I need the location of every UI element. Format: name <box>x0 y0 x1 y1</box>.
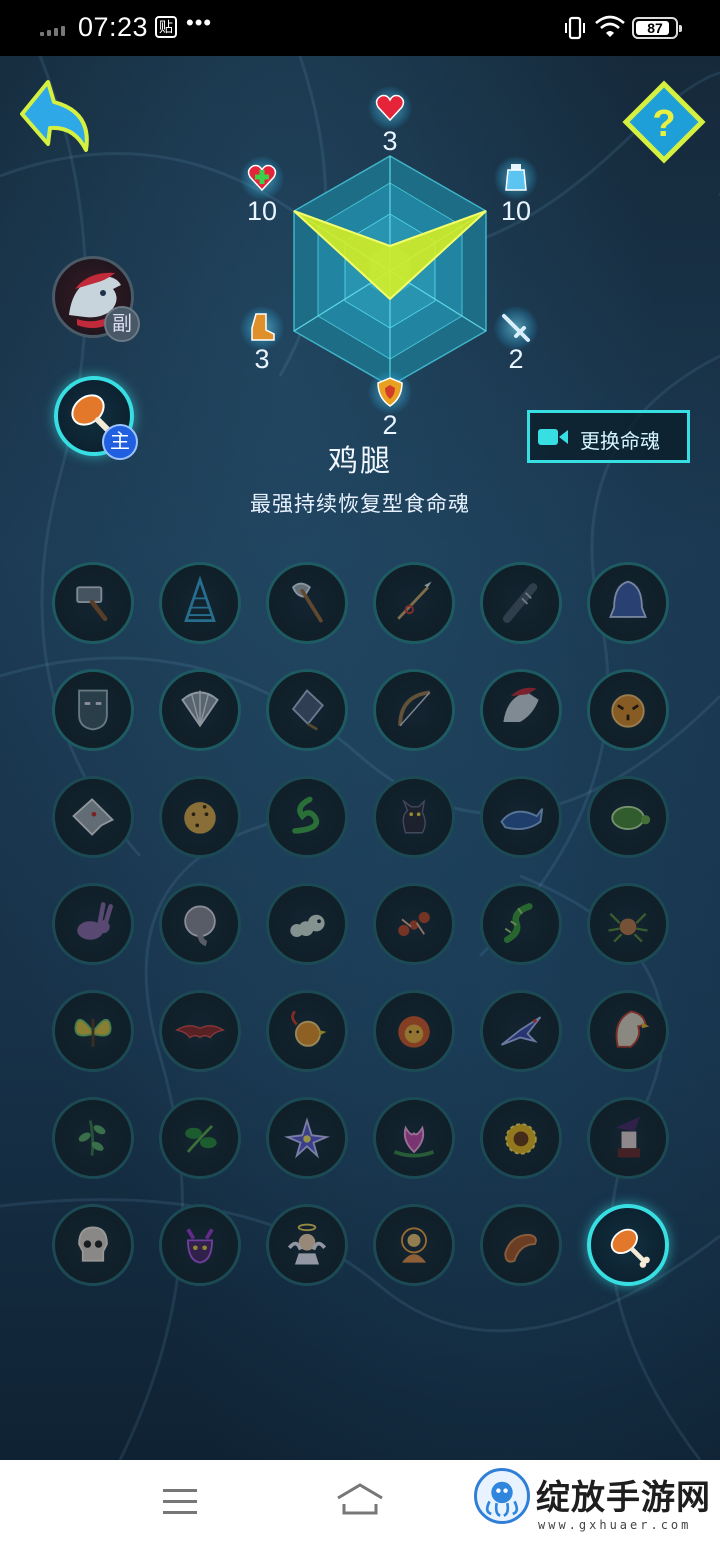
help-icon[interactable]: ? <box>622 80 706 164</box>
soul-slot-vine[interactable] <box>52 1097 134 1179</box>
soul-slot-sausage[interactable] <box>480 1204 562 1286</box>
heart-icon <box>368 86 412 130</box>
svg-text:?: ? <box>652 103 675 145</box>
back-arrow-icon[interactable] <box>18 78 96 158</box>
soul-slot-spider[interactable] <box>587 883 669 965</box>
wifi-icon <box>595 15 625 37</box>
soul-slot-bow[interactable] <box>373 669 455 751</box>
soul-slot-buddha[interactable] <box>373 1204 455 1286</box>
soul-slot-whale[interactable] <box>480 776 562 858</box>
soul-select-screen: ? 3 10 2 2 3 10 副 主 更换命魂 鸡腿 最强持续恢复型食命魂 <box>0 56 720 1460</box>
soul-slot-worm[interactable] <box>266 883 348 965</box>
hp-value: 3 <box>382 126 398 156</box>
soul-slot-dragon[interactable] <box>480 669 562 751</box>
attribute-radar: 3 10 2 2 3 10 <box>230 86 550 440</box>
soul-slot-swallow[interactable] <box>480 990 562 1072</box>
watermark: 绽放手游网 www.gxhuaer.com <box>470 1464 715 1542</box>
signal-icon <box>40 24 70 36</box>
soul-slot-mask[interactable] <box>52 669 134 751</box>
soul-slot-bell[interactable] <box>587 562 669 644</box>
regen-value: 10 <box>246 196 278 226</box>
status-bar: 07:23 贴 ••• 87 <box>0 0 720 56</box>
battery-icon: 87 <box>632 17 682 39</box>
home-icon[interactable] <box>335 1482 385 1516</box>
soul-slot-skull[interactable] <box>52 1204 134 1286</box>
soul-slot-rose[interactable] <box>159 1097 241 1179</box>
soul-slot-cat[interactable] <box>373 776 455 858</box>
soul-slot-rabbit[interactable] <box>52 883 134 965</box>
watermark-logo-icon <box>474 1468 530 1524</box>
soul-slot-chicken-leg[interactable] <box>587 1204 669 1286</box>
soul-slot-witch[interactable] <box>587 1097 669 1179</box>
soul-slot-angel[interactable] <box>266 1204 348 1286</box>
chicken-leg-icon <box>610 1228 650 1268</box>
clipboard-icon: 贴 <box>155 16 177 38</box>
soul-slot-lily[interactable] <box>266 1097 348 1179</box>
shield-icon <box>368 370 412 414</box>
sub-badge: 副 <box>104 306 140 342</box>
soul-slot-eagle[interactable] <box>587 990 669 1072</box>
soul-slot-centipede[interactable] <box>480 883 562 965</box>
soul-slot-turtle[interactable] <box>587 776 669 858</box>
soul-slot-lion-flame[interactable] <box>373 990 455 1072</box>
soul-slot-fan[interactable] <box>266 669 348 751</box>
soul-slot-demon[interactable] <box>159 1204 241 1286</box>
soul-slot-sunflower[interactable] <box>480 1097 562 1179</box>
soul-slot-phoenix-chick[interactable] <box>266 990 348 1072</box>
status-time: 07:23 <box>78 12 149 42</box>
soul-slot-shell[interactable] <box>159 669 241 751</box>
soul-slot-elephant[interactable] <box>159 883 241 965</box>
soul-slot-axe[interactable] <box>266 562 348 644</box>
soul-slot-tree[interactable] <box>159 562 241 644</box>
mana-value: 10 <box>500 196 532 226</box>
soul-slot-ant[interactable] <box>373 883 455 965</box>
soul-slot-tiger[interactable] <box>587 669 669 751</box>
soul-slot-snake[interactable] <box>266 776 348 858</box>
soul-slot-spear[interactable] <box>373 562 455 644</box>
battery-level: 87 <box>647 20 663 36</box>
heal-heart-icon <box>240 156 284 200</box>
attack-value: 2 <box>508 344 524 374</box>
mana-potion-icon <box>494 156 538 200</box>
more-notifications: ••• <box>186 10 213 35</box>
soul-slot-club[interactable] <box>480 562 562 644</box>
navigation-bar: 绽放手游网 www.gxhuaer.com <box>0 1460 720 1544</box>
soul-slot-leopard[interactable] <box>159 776 241 858</box>
soul-slot-lotus[interactable] <box>373 1097 455 1179</box>
soul-slot-wolf[interactable] <box>52 776 134 858</box>
menu-icon[interactable] <box>163 1487 197 1517</box>
vibrate-icon <box>565 16 585 40</box>
speed-value: 3 <box>254 344 270 374</box>
soul-slot-bat[interactable] <box>159 990 241 1072</box>
watermark-title: 绽放手游网 <box>536 1478 711 1518</box>
watermark-url: www.gxhuaer.com <box>538 1518 692 1532</box>
soul-name: 鸡腿 <box>328 445 392 478</box>
soul-slot-hammer[interactable] <box>52 562 134 644</box>
soul-slot-butterfly[interactable] <box>52 990 134 1072</box>
soul-description: 最强持续恢复型食命魂 <box>250 493 470 516</box>
